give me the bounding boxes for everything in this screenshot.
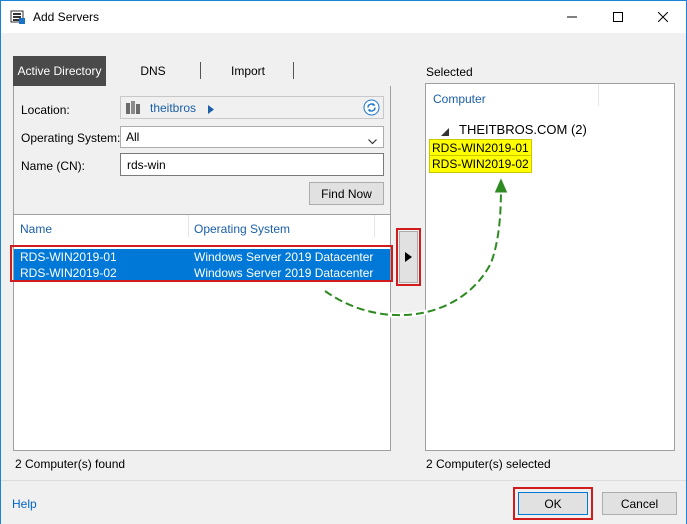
selected-count: 2 Computer(s) selected: [426, 457, 551, 471]
found-count: 2 Computer(s) found: [15, 457, 126, 471]
help-link[interactable]: Help: [12, 497, 37, 511]
annotation-arrow: [323, 175, 509, 318]
dialog-footer: Help OK Cancel: [1, 480, 686, 524]
add-servers-dialog: Add Servers Active Directory DNS Import …: [0, 0, 687, 524]
ok-highlight-box: [513, 487, 593, 520]
cancel-button[interactable]: Cancel: [602, 492, 677, 515]
